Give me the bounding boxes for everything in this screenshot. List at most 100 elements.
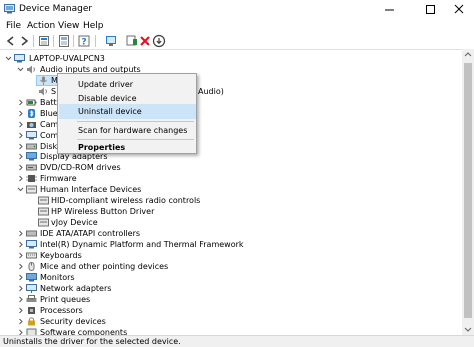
- camera-icon: [27, 122, 36, 128]
- computer-view-button[interactable]: [37, 34, 51, 48]
- scroll-down-icon[interactable]: [462, 325, 474, 335]
- context-menu-label: Update driver: [78, 80, 134, 89]
- properties-button[interactable]: [57, 34, 71, 48]
- toolbar-separator: [73, 35, 74, 47]
- context-menu: Update driver Disable device Uninstall d…: [57, 73, 197, 154]
- chevron-right-icon[interactable]: [16, 173, 25, 184]
- menu-action[interactable]: Action: [27, 20, 55, 32]
- properties-icon: [59, 35, 69, 47]
- tree-category-label: Mice and other pointing devices: [40, 262, 169, 271]
- chevron-right-icon[interactable]: [16, 283, 25, 294]
- update-driver-icon: [106, 36, 116, 46]
- chevron-down-icon[interactable]: [4, 53, 13, 64]
- context-menu-label: Scan for hardware changes: [78, 126, 188, 135]
- minimize-button[interactable]: [375, 0, 405, 19]
- status-text: Uninstalls the driver for the selected d…: [3, 337, 181, 346]
- forward-icon: [21, 36, 29, 46]
- printer-icon: [26, 295, 37, 302]
- download-icon: [152, 34, 166, 48]
- mouse-icon: [28, 262, 35, 271]
- forward-button[interactable]: [17, 34, 31, 48]
- software-component-icon: [26, 328, 37, 335]
- uninstall-device-button[interactable]: [138, 34, 152, 48]
- display-adapter-icon: [26, 152, 37, 161]
- chevron-down-icon[interactable]: [16, 64, 25, 75]
- context-menu-label: Properties: [78, 143, 126, 152]
- speaker-icon: [27, 65, 35, 74]
- chip-icon: [26, 175, 37, 182]
- toolbar-separator: [95, 35, 96, 47]
- scan-hardware-button[interactable]: [125, 34, 139, 48]
- chevron-right-icon[interactable]: [16, 108, 25, 119]
- context-menu-update-driver[interactable]: Update driver: [59, 77, 196, 92]
- chevron-right-icon[interactable]: [16, 327, 25, 335]
- help-icon: ?: [78, 35, 90, 48]
- back-button[interactable]: [4, 34, 18, 48]
- update-driver-button[interactable]: [104, 34, 118, 48]
- chevron-down-icon[interactable]: [16, 184, 25, 195]
- context-menu-uninstall-device[interactable]: Uninstall device: [59, 104, 196, 119]
- tree-category-label: Intel(R) Dynamic Platform and Thermal Fr…: [40, 240, 244, 249]
- status-bar: Uninstalls the driver for the selected d…: [0, 335, 474, 347]
- chevron-right-icon[interactable]: [16, 97, 25, 108]
- tree-category-label: Monitors: [40, 273, 75, 282]
- scrollbar-thumb[interactable]: [464, 63, 472, 318]
- battery-icon: [26, 99, 37, 106]
- tree-root-label: LAPTOP-UVALPCN3: [29, 54, 105, 63]
- menu-bar: File Action View Help: [0, 19, 474, 33]
- scroll-up-icon[interactable]: [462, 49, 474, 59]
- controller-icon: [26, 230, 37, 237]
- menu-view[interactable]: View: [58, 20, 79, 32]
- menu-file[interactable]: File: [6, 20, 21, 32]
- monitor-icon: [126, 35, 137, 46]
- computer-icon: [26, 131, 37, 140]
- tree-category-label: Processors: [40, 306, 83, 315]
- back-icon: [6, 36, 14, 46]
- minimize-icon: [385, 9, 394, 11]
- toolbar-separator: [53, 35, 54, 47]
- chevron-right-icon[interactable]: [16, 250, 25, 261]
- chevron-right-icon[interactable]: [16, 130, 25, 141]
- tree-category-label: Firmware: [40, 174, 77, 183]
- tree-device-label: vJoy Device: [51, 218, 98, 227]
- device-manager-icon: [4, 4, 15, 14]
- help-button[interactable]: ?: [77, 34, 91, 48]
- chevron-right-icon[interactable]: [16, 239, 25, 250]
- disk-drive-icon: [26, 143, 37, 150]
- optical-drive-icon: [26, 164, 37, 171]
- chevron-right-icon[interactable]: [16, 272, 25, 283]
- context-menu-label: Disable device: [78, 94, 137, 103]
- speaker-icon: [39, 87, 47, 96]
- tree-device-label: HID-compliant wireless radio controls: [51, 196, 201, 205]
- context-menu-separator: [77, 121, 194, 122]
- tree-category-label: Print queues: [40, 295, 91, 304]
- chevron-right-icon[interactable]: [16, 294, 25, 305]
- toolbar-separator: [33, 35, 34, 47]
- chevron-right-icon[interactable]: [16, 151, 25, 162]
- close-button[interactable]: [444, 0, 474, 19]
- chevron-right-icon[interactable]: [16, 162, 25, 173]
- tree-category-label: Cam: [40, 120, 59, 129]
- svg-text:?: ?: [81, 38, 86, 48]
- maximize-button[interactable]: [416, 0, 446, 19]
- computer-icon: [14, 54, 25, 63]
- enable-device-button[interactable]: [152, 34, 166, 48]
- tree-category-label: Security devices: [40, 317, 106, 326]
- context-menu-scan-hardware[interactable]: Scan for hardware changes: [59, 123, 196, 138]
- chevron-right-icon[interactable]: [16, 119, 25, 130]
- tree-device-label: HP Wireless Button Driver: [51, 207, 155, 216]
- keyboard-icon: [26, 252, 37, 259]
- context-menu-properties[interactable]: Properties: [59, 140, 196, 155]
- bluetooth-icon: [28, 109, 35, 118]
- chevron-right-icon[interactable]: [16, 228, 25, 239]
- menu-help[interactable]: Help: [83, 20, 104, 32]
- chevron-right-icon[interactable]: [16, 316, 25, 327]
- chevron-right-icon[interactable]: [16, 261, 25, 272]
- tree-category-label: IDE ATA/ATAPI controllers: [40, 229, 141, 238]
- maximize-icon: [426, 5, 435, 14]
- vertical-scrollbar[interactable]: [462, 49, 474, 335]
- chevron-right-icon[interactable]: [16, 305, 25, 316]
- hid-icon: [26, 185, 37, 194]
- uninstall-icon: [140, 36, 150, 46]
- toolbar: ?: [0, 33, 474, 49]
